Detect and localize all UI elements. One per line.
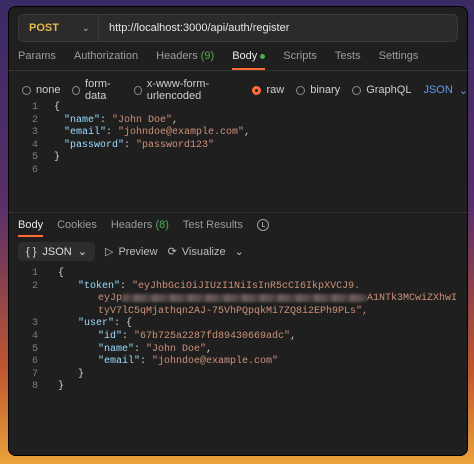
code-line: "name": "John Doe",	[64, 114, 179, 126]
http-method-label: POST	[29, 22, 59, 34]
preview-button[interactable]: ▷ Preview	[104, 245, 158, 259]
play-icon: ▷	[104, 246, 114, 258]
code-line: eyJp A1NTk3MCwiZXhwI	[98, 293, 458, 305]
braces-icon: { }	[26, 245, 37, 258]
tab-params[interactable]: Params	[18, 50, 56, 70]
radio-urlencoded[interactable]: x-www-form-urlencoded	[134, 78, 240, 102]
response-format-select[interactable]: { } JSON ⌄	[18, 242, 95, 261]
response-body-viewer[interactable]: 1 2 3 4 5 6 7 8 { "token": "eyJhbGciOiJI…	[8, 268, 468, 398]
code-line: "token": "eyJhbGciOiJIUzI1NiIsInR5cCI6Ik…	[78, 280, 361, 292]
panel-divider[interactable]	[8, 212, 468, 213]
code-line: }	[78, 368, 85, 380]
code-line: "id": "67b725a2287fd89430669adc",	[98, 331, 297, 342]
divider	[8, 70, 468, 71]
tab-tests[interactable]: Tests	[335, 50, 361, 70]
radio-circle-icon	[22, 85, 31, 95]
postman-window: POST ⌄ http://localhost:3000/api/auth/re…	[8, 6, 468, 456]
code-line: {	[58, 268, 65, 279]
tab-settings[interactable]: Settings	[379, 50, 419, 70]
radio-none[interactable]: none	[22, 84, 60, 96]
visualize-button[interactable]: ⟳ Visualize ⌄	[167, 245, 244, 259]
radio-circle-icon	[72, 85, 81, 95]
radio-graphql[interactable]: GraphQL	[352, 84, 411, 96]
tab-scripts[interactable]: Scripts	[283, 50, 317, 70]
code-line: tyV7lC5qMjathqn2AJ-75VhPQpqkMi7ZQ8i2EPh9…	[98, 305, 369, 317]
body-type-options: none form-data x-www-form-urlencoded raw…	[22, 78, 468, 102]
code-line: }	[54, 152, 61, 164]
http-method-select[interactable]: POST ⌄	[19, 15, 99, 41]
headers-count: (9)	[200, 50, 215, 62]
code-line: "email": "johndoe@example.com"	[98, 356, 279, 368]
response-tabs: Body Cookies Headers (8) Test Results	[18, 219, 269, 237]
radio-form-data[interactable]: form-data	[72, 78, 122, 102]
request-body-editor[interactable]: 1 2 3 4 5 6 { "name": "John Doe", "email…	[8, 102, 468, 212]
chevron-down-icon: ⌄	[81, 22, 90, 34]
url-input[interactable]: http://localhost:3000/api/auth/register	[99, 22, 289, 34]
code-line: "name": "John Doe",	[98, 343, 213, 355]
language-select[interactable]: JSON ⌄	[423, 84, 468, 97]
code-line: {	[54, 102, 61, 113]
visualize-icon: ⟳	[167, 246, 177, 258]
history-icon[interactable]	[256, 219, 269, 231]
radio-circle-icon	[352, 85, 362, 95]
radio-circle-icon	[134, 85, 142, 95]
request-tabs: Params Authorization Headers (9) Body Sc…	[18, 50, 418, 70]
radio-selected-icon	[252, 85, 262, 95]
code-line: "password": "password123"	[64, 139, 215, 151]
chevron-down-icon: ⌄	[234, 246, 244, 258]
request-url-bar: POST ⌄ http://localhost:3000/api/auth/re…	[18, 14, 458, 42]
code-line: }	[58, 381, 65, 393]
tab-headers[interactable]: Headers (9)	[156, 50, 214, 70]
body-indicator-dot	[260, 53, 266, 59]
chevron-down-icon: ⌄	[458, 84, 468, 97]
response-tab-body[interactable]: Body	[18, 219, 44, 237]
chevron-down-icon: ⌄	[77, 246, 87, 258]
tab-authorization[interactable]: Authorization	[74, 50, 138, 70]
radio-binary[interactable]: binary	[296, 84, 340, 96]
redacted-token-blur	[122, 293, 368, 302]
radio-circle-icon	[296, 85, 306, 95]
response-tab-test-results[interactable]: Test Results	[183, 219, 243, 237]
code-line: "user": {	[78, 318, 133, 330]
response-headers-count: (8)	[155, 219, 169, 231]
response-toolbar: { } JSON ⌄ ▷ Preview ⟳ Visualize ⌄	[18, 242, 244, 261]
code-line: "email": "johndoe@example.com",	[64, 127, 251, 139]
response-tab-cookies[interactable]: Cookies	[57, 219, 97, 237]
response-tab-headers[interactable]: Headers (8)	[111, 219, 169, 237]
tab-body[interactable]: Body	[232, 50, 266, 70]
radio-raw[interactable]: raw	[252, 84, 284, 96]
